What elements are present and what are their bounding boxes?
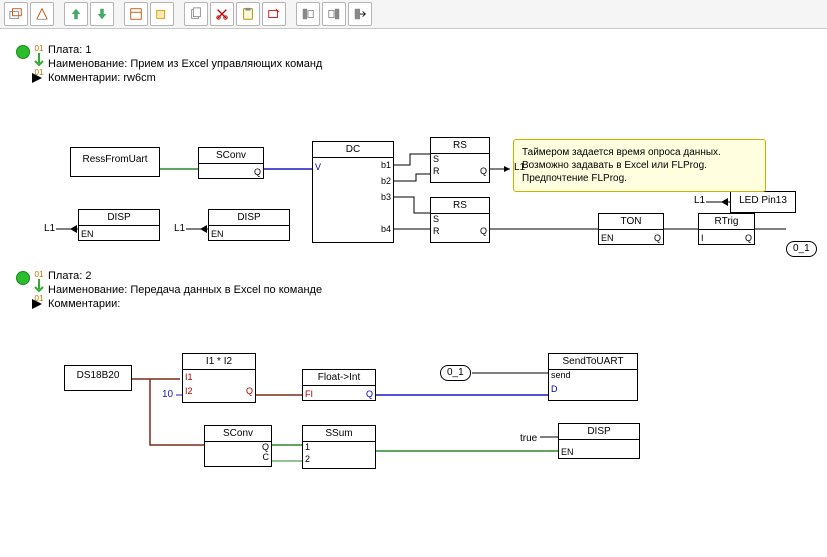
board1-header: 01 01 Плата: 1 Наименование: Прием из Ex… [16,43,322,85]
tag-l1-led: L1 [694,195,705,206]
arrow-l1-led [721,198,728,206]
block-dc[interactable]: DC V b1 b2 b3 b4 [312,141,394,243]
block-sconv-1[interactable]: SConv Q [198,147,264,179]
board2-name: Наименование: Передача данных в Excel по… [48,283,322,297]
block-rs-1[interactable]: RS S R Q [430,137,490,183]
block-disp-2[interactable]: DISP EN [208,209,290,241]
board1-status-dot [16,45,30,59]
board2-wires [0,329,827,549]
board1-comments: Комментарии: rw6cm [48,71,322,85]
board2-play-icon [32,299,42,312]
board1-plate: Плата: 1 [48,43,322,57]
board1-name: Наименование: Прием из Excel управляющих… [48,57,322,71]
toolbar-btn-paste[interactable] [236,2,260,26]
board2-plate: Плата: 2 [48,269,322,283]
toolbar-btn-delete[interactable] [262,2,286,26]
toolbar-btn-0[interactable] [4,2,28,26]
arrow-l1-disp2 [200,225,207,233]
block-mult[interactable]: I1 * I2 I1 I2 Q [182,353,256,403]
arrow-l1-disp1 [70,225,77,233]
toolbar-btn-align-r[interactable] [322,2,346,26]
toolbar-btn-layer[interactable] [150,2,174,26]
block-disp-3[interactable]: DISP EN [558,423,640,459]
tag-l1-disp1: L1 [44,223,55,234]
pill-0-1-a: 0_1 [786,241,817,257]
board2-status-dot [16,271,30,285]
board1-play-icon [32,73,42,86]
const-true: true [520,433,537,444]
board2-comments: Комментарии: [48,297,322,311]
block-sconv-2[interactable]: SConv Q C [204,425,272,467]
canvas[interactable]: 01 01 Плата: 1 Наименование: Прием из Ex… [0,29,827,557]
toolbar-btn-cut[interactable] [210,2,234,26]
tag-l1-disp2: L1 [174,223,185,234]
toolbar-btn-down[interactable] [90,2,114,26]
board2-header: 01 01 Плата: 2 Наименование: Передача да… [16,269,322,311]
toolbar-btn-exit[interactable] [348,2,372,26]
toolbar-btn-props[interactable] [124,2,148,26]
block-led[interactable]: LED Pin13 [730,191,796,213]
block-rtrig[interactable]: RTrig I Q [698,213,755,245]
pill-0-1-b: 0_1 [440,365,471,381]
block-ds18b20[interactable]: DS18B20 [64,365,132,391]
block-ressfromuart[interactable]: RessFromUart [70,147,160,177]
tag-l1-out: L1 [514,162,525,173]
block-rs-2[interactable]: RS S R Q [430,197,490,243]
toolbar [0,0,827,29]
block-disp-1[interactable]: DISP EN [78,209,160,241]
toolbar-btn-align-l[interactable] [296,2,320,26]
toolbar-btn-1[interactable] [30,2,54,26]
block-ton[interactable]: TON EN Q [598,213,664,245]
const-10: 10 [162,389,173,400]
board1-note: Таймером задается время опроса данных. В… [513,139,766,192]
block-floatint[interactable]: Float->Int FI Q [302,369,376,401]
toolbar-btn-copy[interactable] [184,2,208,26]
block-ssum[interactable]: SSum 1 2 [302,425,376,469]
block-sendtouart[interactable]: SendToUART send D [548,353,638,401]
toolbar-btn-up[interactable] [64,2,88,26]
